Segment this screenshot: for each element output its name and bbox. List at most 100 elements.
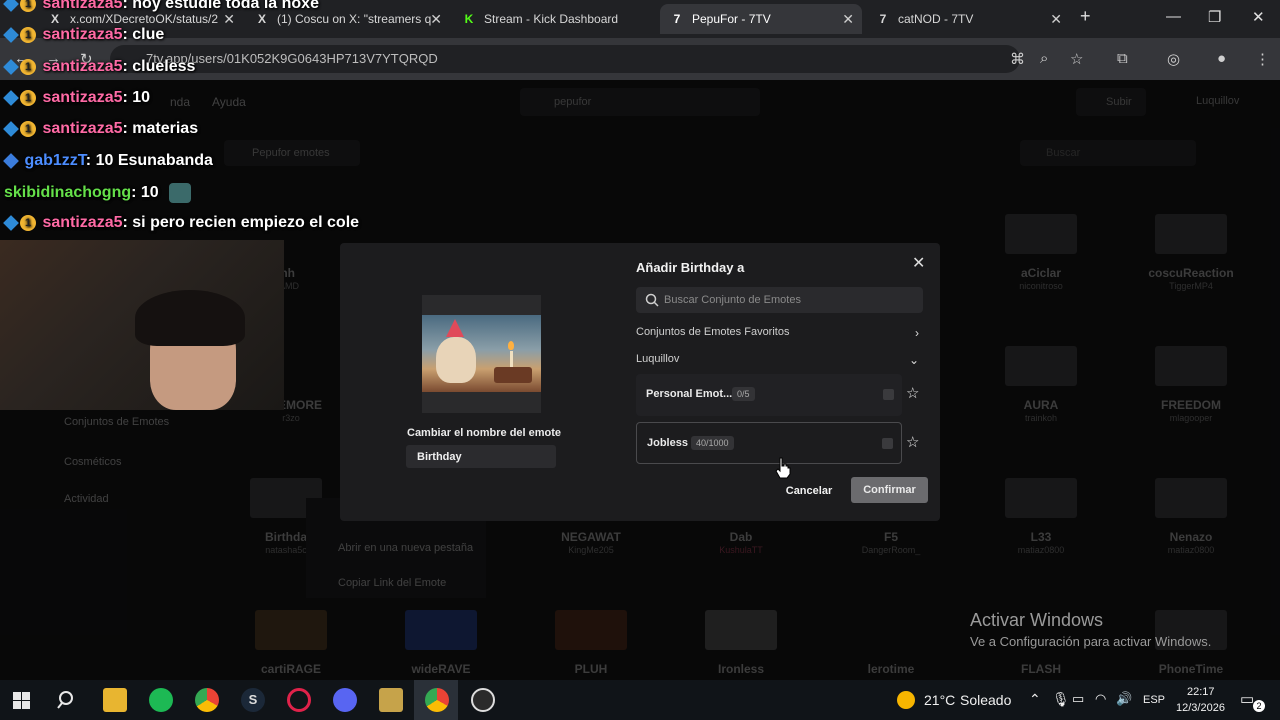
owner-section-toggle[interactable]: Luquillov ⌄ xyxy=(636,353,923,371)
profile-avatar-icon[interactable]: ● xyxy=(1217,50,1226,67)
chat-username: skibidinachogng xyxy=(4,184,132,202)
party-hat-shape xyxy=(446,319,464,337)
address-bar[interactable]: 7tv.app/users/01K052K9G0643HP713V7YTQRQD xyxy=(110,45,1020,73)
gift-badge-icon: 1 xyxy=(20,89,36,106)
close-icon[interactable]: ✕ xyxy=(912,253,925,273)
extensions-icon[interactable]: ⧉ xyxy=(1117,50,1128,67)
chat-text: : 10 xyxy=(122,89,151,106)
7tv-logo-icon: 7 xyxy=(879,12,887,26)
favorites-section-toggle[interactable]: Conjuntos de Emotes Favoritos › xyxy=(636,326,923,344)
sub-badge-icon xyxy=(3,0,19,12)
emote-set-checkbox[interactable] xyxy=(883,389,894,400)
chat-username: gab1zzT xyxy=(24,152,86,169)
chat-message: gab1zzT: 10 Esunabanda xyxy=(3,152,213,170)
files-app-icon[interactable] xyxy=(379,688,403,712)
new-tab-button[interactable]: + xyxy=(1080,6,1091,27)
rename-emote-input[interactable] xyxy=(406,445,556,468)
chat-text: : materias xyxy=(122,120,199,137)
bookmark-star-icon[interactable]: ☆ xyxy=(1070,50,1083,68)
x-logo-icon: X xyxy=(50,12,59,26)
kitten-shape xyxy=(436,337,476,383)
chat-text: : clueless xyxy=(122,58,196,75)
weather-text[interactable]: Soleado xyxy=(960,692,1011,708)
steam-icon[interactable]: S xyxy=(241,688,265,712)
flame-shape xyxy=(508,341,514,350)
emote-set-row-personal[interactable]: Personal Emot... 0/5 xyxy=(636,374,902,416)
candle-shape xyxy=(510,351,513,367)
opera-gx-icon[interactable] xyxy=(287,688,311,712)
close-tab-icon[interactable]: ✕ xyxy=(1050,11,1062,28)
chat-message: 1 santizaza5: si pero recien empiezo el … xyxy=(3,214,360,232)
gift-badge-icon: 1 xyxy=(20,26,36,43)
tab-catnod-7tv[interactable]: 7 catNOD - 7TV ✕ xyxy=(866,4,1070,34)
emote-set-search[interactable] xyxy=(636,287,923,313)
volume-icon[interactable]: 🔊 xyxy=(1116,691,1132,707)
7tv-logo-icon: 7 xyxy=(673,12,681,26)
chrome-active-icon[interactable] xyxy=(425,688,449,712)
file-explorer-icon[interactable] xyxy=(103,688,127,712)
chat-emote-icon xyxy=(169,183,192,203)
maximize-icon[interactable]: ❐ xyxy=(1208,8,1221,26)
chevron-right-icon: › xyxy=(915,326,919,340)
discord-icon[interactable] xyxy=(333,688,357,712)
favorite-star-icon[interactable]: ☆ xyxy=(906,433,919,451)
spotify-icon[interactable] xyxy=(149,688,173,712)
close-tab-icon[interactable]: ✕ xyxy=(223,11,235,28)
chat-message: 1 santizaza5: 10 xyxy=(3,89,151,107)
kick-logo-icon: K xyxy=(464,12,474,26)
close-tab-icon[interactable]: ✕ xyxy=(430,11,442,28)
clock-date[interactable]: 12/3/2026 xyxy=(1176,702,1225,714)
windows-start-icon[interactable] xyxy=(13,692,30,709)
sub-badge-icon xyxy=(3,26,19,43)
streamer-hair xyxy=(135,290,245,346)
birthday-emote-image xyxy=(422,315,541,392)
tab-kick-dashboard[interactable]: K Stream - Kick Dashboard xyxy=(452,4,657,34)
emote-set-name: Jobless xyxy=(647,437,688,449)
favorite-star-icon[interactable]: ☆ xyxy=(906,384,919,402)
profile-sync-icon[interactable]: ◎ xyxy=(1167,50,1180,68)
cancel-button[interactable]: Cancelar xyxy=(780,478,838,503)
network-icon[interactable]: ▭ xyxy=(1072,691,1084,707)
x-logo-icon: X xyxy=(257,12,266,26)
gift-badge-icon: 1 xyxy=(20,0,36,12)
tab-label: x.com/XDecretoOK/status/2 xyxy=(70,12,219,26)
gift-badge-icon: 1 xyxy=(20,214,36,231)
webcam-overlay xyxy=(0,240,284,410)
zoom-icon[interactable]: ⌕ xyxy=(1040,50,1048,67)
rename-emote-label: Cambiar el nombre del emote xyxy=(407,427,562,439)
wifi-icon[interactable]: ◠ xyxy=(1095,691,1106,707)
prime-badge-icon xyxy=(3,152,19,169)
chat-username: santizaza5 xyxy=(42,58,123,75)
tab-label: Stream - Kick Dashboard xyxy=(484,12,619,26)
gift-badge-icon: 1 xyxy=(20,120,36,137)
search-icon[interactable] xyxy=(57,690,77,710)
tab-pepufor-7tv[interactable]: 7 PepuFor - 7TV ✕ xyxy=(660,4,862,34)
microphone-icon[interactable]: 🎙 xyxy=(1052,691,1070,708)
close-window-icon[interactable]: ✕ xyxy=(1252,8,1265,26)
emote-set-checkbox[interactable] xyxy=(882,438,893,449)
chrome-icon[interactable] xyxy=(195,688,219,712)
chat-username: santizaza5 xyxy=(42,214,123,231)
chat-text: : 10 Esunabanda xyxy=(85,152,213,169)
clock-time[interactable]: 22:17 xyxy=(1187,686,1215,698)
tab-label: (1) Coscu on X: "streamers q xyxy=(277,12,432,26)
emote-set-search-input[interactable] xyxy=(664,287,914,313)
chat-text: : hoy estudie toda la noxe xyxy=(122,0,319,12)
confirm-button[interactable]: Confirmar xyxy=(851,477,928,503)
chat-username: santizaza5 xyxy=(42,120,123,137)
chat-message: 1 santizaza5: materias xyxy=(3,120,199,138)
browser-menu-icon[interactable]: ⋮ xyxy=(1255,50,1270,68)
translate-icon[interactable]: ⌘ xyxy=(1010,50,1025,68)
weather-temp[interactable]: 21°C xyxy=(924,692,955,708)
sun-icon[interactable] xyxy=(897,691,915,709)
emote-set-row-jobless[interactable]: Jobless 40/1000 xyxy=(636,422,902,464)
close-tab-icon[interactable]: ✕ xyxy=(842,11,854,28)
sub-badge-icon xyxy=(3,89,19,106)
obs-icon[interactable] xyxy=(471,688,495,712)
owner-section-label: Luquillov xyxy=(636,353,680,365)
emote-set-name: Personal Emot... xyxy=(646,388,733,400)
chevron-up-icon[interactable]: ⌃ xyxy=(1029,691,1041,708)
minimize-icon[interactable]: — xyxy=(1166,8,1181,25)
chat-text: : si pero recien empiezo el cole xyxy=(122,214,360,231)
language-indicator[interactable]: ESP xyxy=(1143,694,1165,706)
